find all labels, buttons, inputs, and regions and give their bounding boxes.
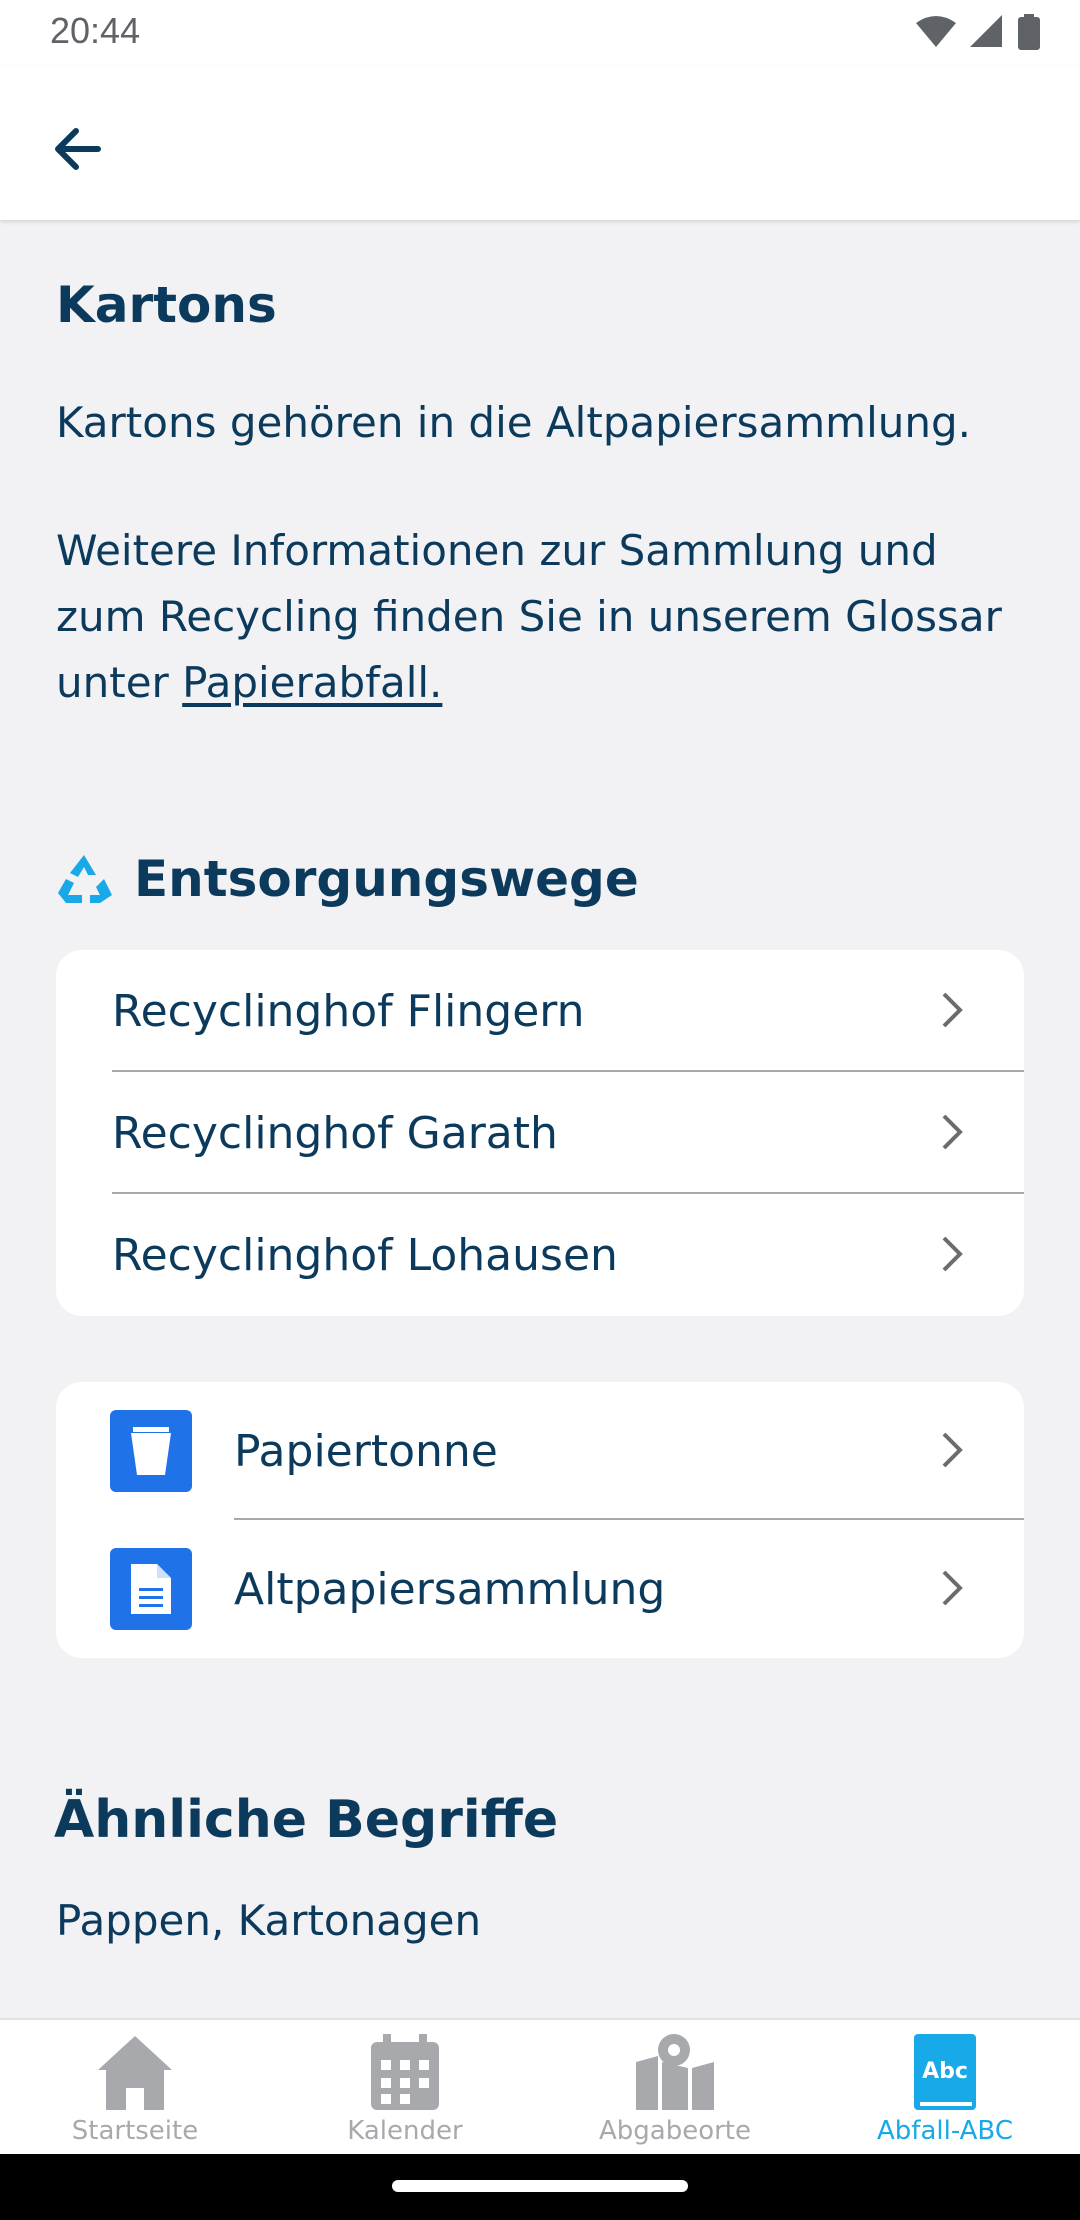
disposal-heading-text: Entsorgungswege [134,850,639,908]
chevron-right-icon [942,992,963,1028]
recycle-icon [58,855,112,903]
content-area: Kartons Kartons gehören in die Altpapier… [0,220,1080,2020]
collection-label: Altpapiersammlung [234,1563,666,1615]
nav-kalender[interactable]: Kalender [270,2020,540,2156]
home-gesture-handle[interactable] [392,2180,688,2192]
recycling-center-label: Recyclinghof Lohausen [112,1229,618,1281]
collection-row[interactable]: Altpapiersammlung [56,1520,1024,1658]
collection-label: Papiertonne [234,1425,498,1477]
gesture-bar [0,2154,1080,2220]
chevron-right-icon [942,1114,963,1150]
collections-card: Papiertonne Altpapiersammlung [56,1382,1024,1658]
back-button[interactable] [40,112,114,186]
similar-terms-heading: Ähnliche Begriffe [54,1790,559,1850]
recycling-center-row[interactable]: Recyclinghof Flingern [56,950,1024,1072]
document-icon [131,1564,171,1614]
info-text: Weitere Informationen zur Sammlung und z… [56,518,1016,716]
status-bar: 20:44 [0,0,1080,66]
book-abc-icon: Abc [914,2034,976,2110]
info-line: zum Recycling finden Sie in unserem Glos… [56,592,1002,641]
back-arrow-icon [55,128,101,170]
bottom-navigation: Startseite Kalender Abgabeorte Abc Abfal… [0,2018,1080,2156]
page-title: Kartons [56,276,277,334]
nav-startseite[interactable]: Startseite [0,2020,270,2156]
battery-icon [1018,14,1040,50]
intro-text: Kartons gehören in die Altpapiersammlung… [56,398,972,447]
home-icon [98,2036,172,2110]
info-line: Weitere Informationen zur Sammlung und [56,526,938,575]
bin-tile [110,1410,192,1492]
chevron-right-icon [942,1236,963,1272]
recycling-center-label: Recyclinghof Garath [112,1107,558,1159]
nav-abfall-abc[interactable]: Abc Abfall-ABC [810,2020,1080,2156]
nav-label: Abgabeorte [598,2116,751,2146]
nav-label: Kalender [347,2116,463,2146]
nav-label: Abfall-ABC [877,2116,1013,2146]
book-abc-badge: Abc [922,2059,968,2084]
similar-terms-text: Pappen, Kartonagen [56,1896,482,1945]
glossary-link[interactable]: Papierabfall. [182,658,442,707]
status-time: 20:44 [50,10,141,51]
disposal-heading: Entsorgungswege [56,850,639,908]
app-bar [0,66,1080,220]
chevron-right-icon [942,1570,963,1606]
recycling-center-label: Recyclinghof Flingern [112,985,585,1037]
recycling-center-row[interactable]: Recyclinghof Lohausen [56,1194,1024,1316]
nav-label: Startseite [71,2116,199,2146]
chevron-right-icon [942,1432,963,1468]
collection-row[interactable]: Papiertonne [56,1382,1024,1520]
wifi-icon [916,16,956,47]
info-line-last: unter Papierabfall. [56,650,1016,716]
calendar-icon [371,2034,439,2110]
recycling-centers-card: Recyclinghof Flingern Recyclinghof Garat… [56,950,1024,1316]
map-icon [636,2034,714,2110]
signal-icon [970,15,1002,47]
status-icons [916,14,1040,50]
info-prefix: unter [56,658,183,707]
recycling-center-row[interactable]: Recyclinghof Garath [56,1072,1024,1194]
document-tile [110,1548,192,1630]
bin-icon [131,1427,171,1475]
nav-abgabeorte[interactable]: Abgabeorte [540,2020,810,2156]
